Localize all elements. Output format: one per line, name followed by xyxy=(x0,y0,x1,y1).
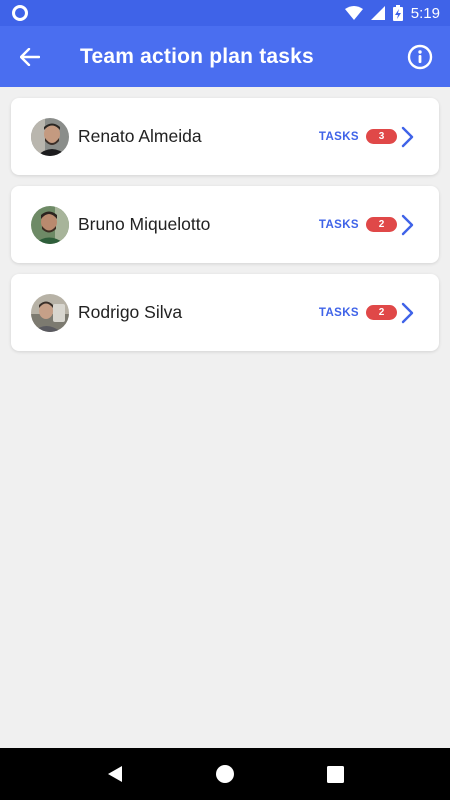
page-title: Team action plan tasks xyxy=(80,44,314,68)
nav-back-button[interactable] xyxy=(90,754,140,794)
team-member-card[interactable]: Bruno Miquelotto TASKS 2 xyxy=(11,186,439,263)
task-count-badge: 2 xyxy=(366,217,397,232)
task-count-badge: 3 xyxy=(366,129,397,144)
avatar xyxy=(31,293,69,332)
tasks-label: TASKS xyxy=(318,306,359,319)
navigation-bar xyxy=(0,748,450,800)
arrow-left-icon xyxy=(20,47,40,66)
team-member-card[interactable]: Rodrigo Silva TASKS 2 xyxy=(11,274,439,351)
info-icon xyxy=(407,44,433,69)
chevron-right-icon xyxy=(401,302,415,324)
signal-icon xyxy=(370,6,385,20)
chevron-right-icon xyxy=(401,214,415,236)
member-name: Rodrigo Silva xyxy=(78,302,183,322)
recents-square-icon xyxy=(326,765,344,783)
back-triangle-icon xyxy=(108,766,122,782)
battery-charging-icon xyxy=(392,5,403,21)
member-name: Bruno Miquelotto xyxy=(78,214,211,234)
tasks-label: TASKS xyxy=(318,218,359,231)
avatar xyxy=(31,205,69,244)
status-time: 5:19 xyxy=(410,4,440,22)
app-bar: Team action plan tasks xyxy=(0,26,450,87)
back-button[interactable] xyxy=(0,26,60,87)
task-count-badge: 2 xyxy=(366,305,397,320)
status-bar: 5:19 xyxy=(0,0,450,26)
nav-home-button[interactable] xyxy=(200,754,250,794)
home-circle-icon xyxy=(216,765,234,783)
info-button[interactable] xyxy=(390,26,450,87)
chevron-right-icon xyxy=(401,126,415,148)
wifi-icon xyxy=(344,6,363,20)
member-name: Renato Almeida xyxy=(78,126,202,146)
avatar xyxy=(31,117,69,156)
team-member-card[interactable]: Renato Almeida TASKS 3 xyxy=(11,98,439,175)
team-member-list: Renato Almeida TASKS 3 Bruno Miquelotto … xyxy=(11,98,439,362)
nav-recents-button[interactable] xyxy=(310,754,360,794)
circle-notification-icon xyxy=(12,5,28,21)
tasks-label: TASKS xyxy=(318,130,359,143)
